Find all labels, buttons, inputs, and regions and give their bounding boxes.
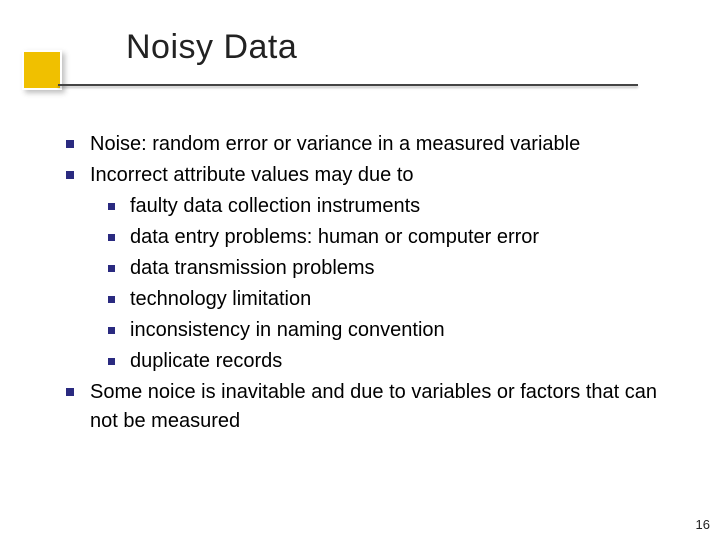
bullet-level2: data transmission problems [60,254,680,283]
page-number: 16 [696,517,710,532]
bullet-level2: technology limitation [60,285,680,314]
bullet-level1: Incorrect attribute values may due to [60,161,680,190]
slide-body: Noise: random error or variance in a mea… [60,130,680,438]
slide: Noisy Data Noise: random error or varian… [0,0,720,540]
bullet-level2: faulty data collection instruments [60,192,680,221]
slide-title: Noisy Data [126,28,297,67]
bullet-level2: duplicate records [60,347,680,376]
accent-box [22,50,62,90]
bullet-level1: Some noice is inavitable and due to vari… [60,378,680,436]
bullet-level1: Noise: random error or variance in a mea… [60,130,680,159]
bullet-level2: inconsistency in naming convention [60,316,680,345]
bullet-level2: data entry problems: human or computer e… [60,223,680,252]
title-underline [58,84,638,86]
